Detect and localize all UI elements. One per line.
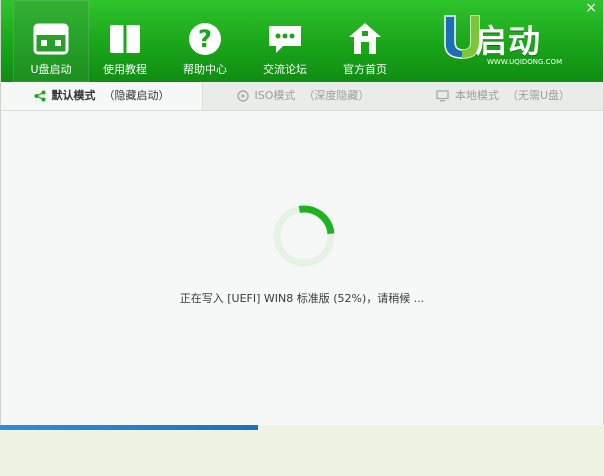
nav-usb-boot[interactable]: U盘启动	[13, 0, 89, 82]
nav-label: 官方首页	[343, 63, 387, 76]
monitor-icon	[436, 90, 449, 102]
tab-local-mode[interactable]: 本地模式 （无需U盘）	[403, 82, 603, 110]
nav-help[interactable]: ? 帮助中心	[167, 0, 243, 82]
share-node-icon	[34, 90, 45, 102]
nav-label: 使用教程	[103, 63, 147, 76]
help-question-icon: ?	[189, 23, 221, 55]
tab-sub-label: （隐藏启动）	[103, 89, 170, 102]
taskbar-strip	[0, 425, 258, 430]
tab-sub-label: （无需U盘）	[506, 89, 571, 102]
usb-drive-icon	[33, 23, 69, 55]
nav-tutorial[interactable]: 使用教程	[87, 0, 163, 82]
tab-label: 本地模式	[454, 89, 499, 102]
logo-text: 启动	[475, 22, 542, 60]
chat-bubble-icon	[269, 26, 301, 53]
header-bar: U盘启动 使用教程 ? 帮助中心 交流论坛 官方首页 启动 WWW.UQIDON…	[1, 0, 603, 82]
nav-label: U盘启动	[30, 63, 72, 76]
close-button[interactable]: ×	[585, 1, 597, 15]
nav-forum[interactable]: 交流论坛	[247, 0, 323, 82]
book-icon	[110, 25, 140, 53]
tab-label: 默认模式	[51, 89, 96, 102]
mode-tabs: 默认模式 （隐藏启动） ISO模式 （深度隐藏） 本地模式 （无需U盘）	[1, 82, 603, 111]
nav-homepage[interactable]: 官方首页	[327, 0, 403, 82]
logo-url: WWW.UQIDONG.COM	[487, 58, 563, 66]
spinner-arc	[298, 205, 335, 235]
tab-iso-mode[interactable]: ISO模式 （深度隐藏）	[203, 82, 403, 110]
nav-label: 交流论坛	[263, 63, 307, 76]
app-window: U盘启动 使用教程 ? 帮助中心 交流论坛 官方首页 启动 WWW.UQIDON…	[0, 0, 604, 425]
tab-label: ISO模式	[254, 89, 296, 102]
app-logo: 启动 WWW.UQIDONG.COM	[441, 14, 581, 74]
tab-default-mode[interactable]: 默认模式 （隐藏启动）	[1, 82, 203, 110]
status-text: 正在写入 [UEFI] WIN8 标准版 (52%)，请稍候 ...	[179, 292, 425, 305]
home-icon	[349, 23, 381, 54]
tab-sub-label: （深度隐藏）	[303, 89, 370, 102]
disc-icon	[236, 90, 249, 102]
svg-text:?: ?	[198, 25, 212, 53]
progress-spinner	[273, 205, 335, 267]
nav-label: 帮助中心	[183, 63, 227, 76]
